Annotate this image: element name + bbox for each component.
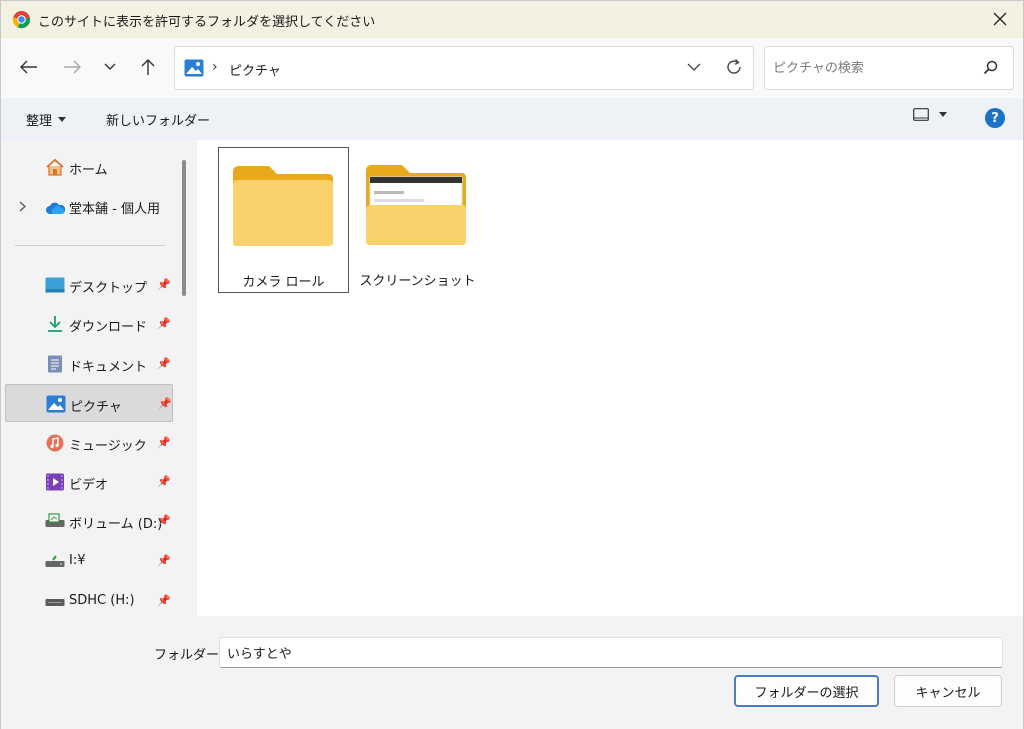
pin-icon[interactable]: 📌 <box>157 475 171 488</box>
sidebar-item-label: 堂本舗 - 個人用 <box>69 202 160 217</box>
sidebar-item-label: SDHC (H:) <box>69 593 135 608</box>
sidebar-item-label: I:¥ <box>69 553 86 568</box>
sidebar-item-videos[interactable]: ビデオ 📌 <box>5 463 173 501</box>
back-arrow-icon <box>20 60 37 74</box>
navigation-pane: ホーム 堂本舗 - 個人用 デスクトップ 📌 ダウンロード 📌 ドキュメント 📌… <box>1 140 191 616</box>
drive-icon <box>45 513 65 527</box>
new-folder-button[interactable]: 新しいフォルダー <box>106 110 210 129</box>
pictures-icon <box>184 59 204 77</box>
dialog-title: このサイトに表示を許可するフォルダを選択してください <box>38 15 376 30</box>
view-pane-icon <box>913 108 929 121</box>
sidebar-item-label: ホーム <box>69 163 108 178</box>
sidebar-item-documents[interactable]: ドキュメント 📌 <box>5 345 173 383</box>
command-bar: 整理 新しいフォルダー ? <box>1 98 1023 140</box>
home-icon <box>46 158 64 176</box>
forward-button[interactable] <box>57 52 87 82</box>
sidebar-item-pictures[interactable]: ピクチャ 📌 <box>5 384 173 422</box>
help-button[interactable]: ? <box>985 108 1005 128</box>
sidebar-item-downloads[interactable]: ダウンロード 📌 <box>5 305 173 343</box>
close-icon <box>993 12 1007 26</box>
download-icon <box>48 316 62 332</box>
close-button[interactable] <box>987 7 1013 31</box>
search-box[interactable] <box>764 46 1014 90</box>
document-icon <box>48 355 62 373</box>
sidebar-item-music[interactable]: ミュージック 📌 <box>5 424 173 462</box>
caret-down-icon <box>58 117 67 122</box>
folder-item-camera-roll[interactable]: カメラ ロール <box>218 147 349 293</box>
pin-icon[interactable]: 📌 <box>157 554 171 567</box>
select-folder-button[interactable]: フォルダーの選択 <box>734 675 879 707</box>
pictures-icon <box>46 395 66 413</box>
view-options-button[interactable] <box>913 108 947 121</box>
sidebar-item-label: ピクチャ <box>70 400 122 415</box>
title-bar: このサイトに表示を許可するフォルダを選択してください <box>1 1 1023 38</box>
sidebar-item-label: ビデオ <box>69 478 109 493</box>
sidebar-item-label: ダウンロード <box>69 320 148 335</box>
folder-name-input[interactable] <box>219 637 1003 668</box>
drive-icon <box>45 555 65 567</box>
sidebar-item-volume-d[interactable]: ボリューム (D:) 📌 <box>5 502 173 540</box>
forward-arrow-icon <box>64 60 81 74</box>
sidebar-item-label: ミュージック <box>69 439 147 454</box>
folder-label: スクリーンショット <box>359 274 476 289</box>
address-bar[interactable]: › ピクチャ <box>174 46 754 90</box>
navigation-bar: › ピクチャ <box>1 38 1023 98</box>
onedrive-icon <box>46 202 65 214</box>
pin-icon[interactable]: 📌 <box>157 436 171 449</box>
folder-item-screenshots[interactable]: スクリーンショット <box>352 147 483 293</box>
new-folder-label: 新しいフォルダー <box>106 114 211 129</box>
chrome-icon <box>12 10 31 29</box>
folder-label: カメラ ロール <box>242 275 325 290</box>
sidebar-item-drive-i[interactable]: I:¥ 📌 <box>5 542 173 580</box>
sidebar-item-sdhc[interactable]: SDHC (H:) 📌 <box>5 582 173 616</box>
chevron-down-icon <box>104 63 116 70</box>
back-button[interactable] <box>14 52 44 82</box>
sidebar-scrollbar[interactable] <box>182 160 186 296</box>
pin-icon[interactable]: 📌 <box>157 278 171 291</box>
video-icon <box>46 473 64 491</box>
organize-label: 整理 <box>26 114 53 129</box>
pin-icon[interactable]: 📌 <box>157 357 171 370</box>
folder-icon <box>366 165 466 245</box>
up-button[interactable] <box>133 52 163 82</box>
sidebar-item-label: ボリューム (D:) <box>69 517 163 532</box>
sidebar-item-onedrive[interactable]: 堂本舗 - 個人用 <box>5 187 173 225</box>
sidebar-item-label: ドキュメント <box>69 360 148 375</box>
caret-down-icon <box>939 112 947 117</box>
folder-picker-dialog: このサイトに表示を許可するフォルダを選択してください › ピクチャ ピクチャの検… <box>0 0 1024 729</box>
sidebar-divider <box>15 245 165 246</box>
recent-locations-button[interactable] <box>95 52 125 82</box>
drive-icon <box>45 599 65 606</box>
cancel-button[interactable]: キャンセル <box>894 675 1002 707</box>
footer-panel: フォルダー: フォルダーの選択 キャンセル <box>1 616 1023 729</box>
search-input[interactable] <box>773 57 973 79</box>
up-arrow-icon <box>141 59 155 75</box>
chevron-right-icon[interactable] <box>19 201 27 212</box>
sidebar-item-label: デスクトップ <box>69 281 148 296</box>
desktop-icon <box>45 277 65 293</box>
address-history-icon[interactable] <box>687 60 701 74</box>
organize-menu[interactable]: 整理 <box>26 110 67 129</box>
folder-icon <box>233 166 333 246</box>
breadcrumb-pictures[interactable]: ピクチャ <box>229 60 281 79</box>
breadcrumb-separator: › <box>212 59 218 75</box>
pin-icon[interactable]: 📌 <box>157 514 171 527</box>
music-icon <box>46 434 64 452</box>
pin-icon[interactable]: 📌 <box>158 397 172 410</box>
pin-icon[interactable]: 📌 <box>157 317 171 330</box>
search-icon[interactable] <box>983 60 998 75</box>
folder-name-label: フォルダー: <box>154 648 224 663</box>
refresh-icon[interactable] <box>725 58 743 76</box>
pin-icon[interactable]: 📌 <box>157 594 171 607</box>
sidebar-item-desktop[interactable]: デスクトップ 📌 <box>5 266 173 304</box>
file-list: カメラ ロール スクリーンショット <box>197 140 1023 616</box>
sidebar-item-home[interactable]: ホーム <box>5 148 173 186</box>
